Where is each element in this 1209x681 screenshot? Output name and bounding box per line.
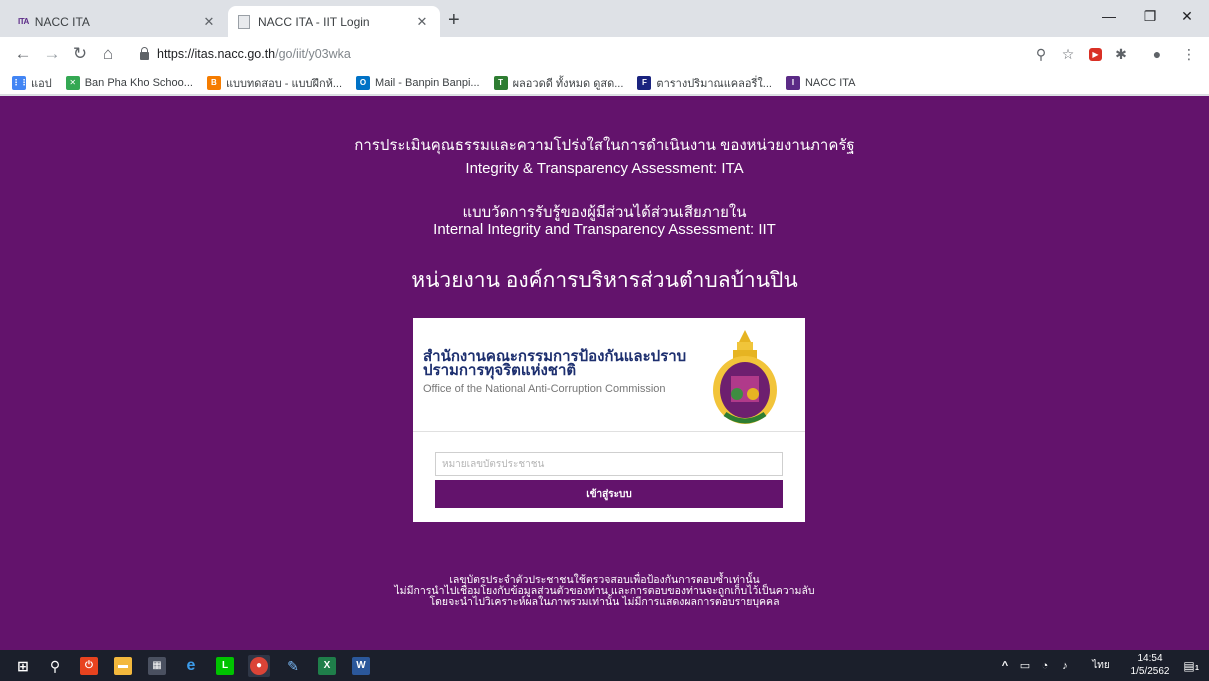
page-content: การประเมินคุณธรรมและความโปร่งใสในการดำเน… — [0, 96, 1209, 650]
paint-icon[interactable]: ✎ — [284, 657, 302, 675]
card-header: สำนักงานคณะกรรมการป้องกันและปราบปรามการท… — [413, 318, 805, 432]
battery-icon[interactable]: ▭ — [1016, 657, 1034, 675]
ita-icon: I — [785, 75, 800, 90]
tab-iit-login[interactable]: NACC ITA - IIT Login ✕ — [228, 6, 440, 37]
zoom-icon[interactable]: ⚲ — [1032, 46, 1050, 62]
home-icon[interactable]: ⌂ — [97, 44, 119, 64]
bookmarks-bar: ⋮⋮ แอป ✕ Ban Pha Kho Schoo... B แบบทดสอบ… — [0, 71, 1209, 95]
clock-time: 14:54 — [1137, 653, 1163, 664]
outlook-icon: O — [356, 75, 371, 90]
window-close-icon[interactable]: ✕ — [1172, 8, 1202, 25]
blogger-icon: B — [206, 75, 221, 90]
bookmark-mail[interactable]: O Mail - Banpin Banpi... — [356, 75, 480, 90]
browser-toolbar: ← → ↻ ⌂ https://itas.nacc.go.th/go/iit/y… — [0, 37, 1209, 71]
word-icon[interactable]: W — [352, 657, 370, 675]
bookmark-quiz[interactable]: B แบบทดสอบ - แบบฝึกห้... — [206, 74, 343, 92]
bookmark-label: Mail - Banpin Banpi... — [375, 76, 480, 89]
profile-icon[interactable]: ● — [1148, 46, 1166, 62]
doc-favicon-icon — [238, 14, 250, 29]
back-arrow-icon[interactable]: ← — [12, 44, 34, 64]
tab-close-icon[interactable]: ✕ — [414, 14, 430, 30]
bookmark-label: ผลอวดดี ทั้งหมด ดูสด... — [512, 77, 624, 90]
new-tab-plus-icon[interactable]: + — [448, 10, 460, 30]
bookmark-label: Ban Pha Kho Schoo... — [84, 76, 193, 89]
lock-icon — [140, 47, 149, 60]
volume-icon[interactable]: ♪ — [1056, 657, 1074, 675]
bookmark-nacc-ita[interactable]: I NACC ITA — [785, 75, 856, 90]
line-app-icon[interactable]: L — [216, 657, 234, 675]
tab-title: NACC ITA - IIT Login — [258, 14, 370, 29]
heading-thai: การประเมินคุณธรรมและความโปร่งใสในการดำเน… — [354, 137, 855, 154]
privacy-note-line3: โดยจะนำไปวิเคราะห์ผลในภาพรวมเท่านั้น ไม่… — [429, 596, 780, 608]
extension-puzzle-icon[interactable]: ✱ — [1112, 46, 1130, 62]
language-indicator[interactable]: ไทย — [1086, 657, 1116, 675]
bookmark-star-icon[interactable]: ☆ — [1059, 46, 1077, 62]
wifi-icon[interactable]: ◔ — [1036, 657, 1054, 675]
tray-chevron-icon[interactable]: ^ — [996, 657, 1014, 675]
address-bar[interactable]: https://itas.nacc.go.th/go/iit/y03wka — [128, 42, 1052, 66]
url-path: /go/iit/y03wka — [275, 47, 351, 61]
bookmark-label: NACC ITA — [804, 76, 856, 89]
tab-title: NACC ITA — [34, 14, 90, 29]
heading-ita: Integrity & Transparency Assessment: ITA — [465, 160, 744, 177]
bookmark-ban-pha-kho[interactable]: ✕ Ban Pha Kho Schoo... — [65, 75, 193, 90]
search-icon[interactable]: ⚲ — [46, 657, 64, 675]
excel-icon[interactable]: X — [318, 657, 336, 675]
agency-title: หน่วยงาน องค์การบริหารส่วนตำบลบ้านปิน — [411, 269, 798, 292]
bookmark-label: แอป — [31, 77, 52, 90]
apps-grid-icon: ⋮⋮ — [12, 75, 28, 90]
bookmark-calorie[interactable]: F ตารางปริมาณแคลอรี่ใ... — [637, 74, 772, 92]
calculator-icon[interactable]: ▦ — [148, 657, 166, 675]
login-button[interactable]: เข้าสู่ระบบ — [435, 480, 783, 508]
internet-explorer-icon[interactable]: e — [182, 657, 200, 675]
chrome-icon[interactable]: ● — [250, 657, 268, 675]
tab-strip: ITA NACC ITA ✕ NACC ITA - IIT Login ✕ + … — [0, 0, 1209, 37]
forward-arrow-icon[interactable]: → — [41, 44, 63, 64]
org-name-english: Office of the National Anti-Corruption C… — [423, 383, 666, 395]
url-host: https://itas.nacc.go.th — [157, 47, 276, 61]
bookmark-apps[interactable]: ⋮⋮ แอป — [12, 74, 52, 92]
login-card: สำนักงานคณะกรรมการป้องกันและปราบปรามการท… — [413, 318, 805, 522]
bookmark-tv[interactable]: T ผลอวดดี ทั้งหมด ดูสด... — [493, 74, 624, 92]
minimize-icon[interactable]: — — [1094, 8, 1124, 24]
bookmark-label: แบบทดสอบ - แบบฝึกห้... — [225, 77, 343, 90]
tv-icon: T — [493, 75, 508, 90]
restore-icon[interactable]: ❐ — [1135, 8, 1165, 25]
fn-icon: F — [637, 75, 652, 90]
windows-start-icon[interactable]: ⊞ — [14, 657, 32, 675]
file-explorer-icon[interactable]: ▬ — [114, 657, 132, 675]
maps-icon: ✕ — [65, 75, 80, 90]
nacc-emblem-icon — [713, 330, 777, 424]
tab-close-icon[interactable]: ✕ — [201, 14, 217, 30]
extension-icon[interactable]: ▶ — [1089, 48, 1102, 61]
national-id-input[interactable] — [435, 452, 783, 476]
bookmark-label: ตารางปริมาณแคลอรี่ใ... — [656, 77, 772, 90]
notification-count: 1 — [1195, 665, 1199, 672]
ita-favicon-icon: ITA — [18, 17, 29, 26]
menu-dots-icon[interactable]: ⋮ — [1180, 46, 1198, 62]
reload-icon[interactable]: ↻ — [69, 44, 91, 64]
clock[interactable]: 14:54 1/5/2562 — [1128, 652, 1172, 678]
tab-nacc-ita[interactable]: ITA NACC ITA ✕ — [8, 6, 227, 37]
subheading-iit: Internal Integrity and Transparency Asse… — [433, 221, 776, 238]
clock-date: 1/5/2562 — [1130, 666, 1170, 677]
org-name-thai: สำนักงานคณะกรรมการป้องกันและปราบปรามการท… — [423, 348, 687, 379]
power-app-icon[interactable]: ⏻ — [80, 657, 98, 675]
